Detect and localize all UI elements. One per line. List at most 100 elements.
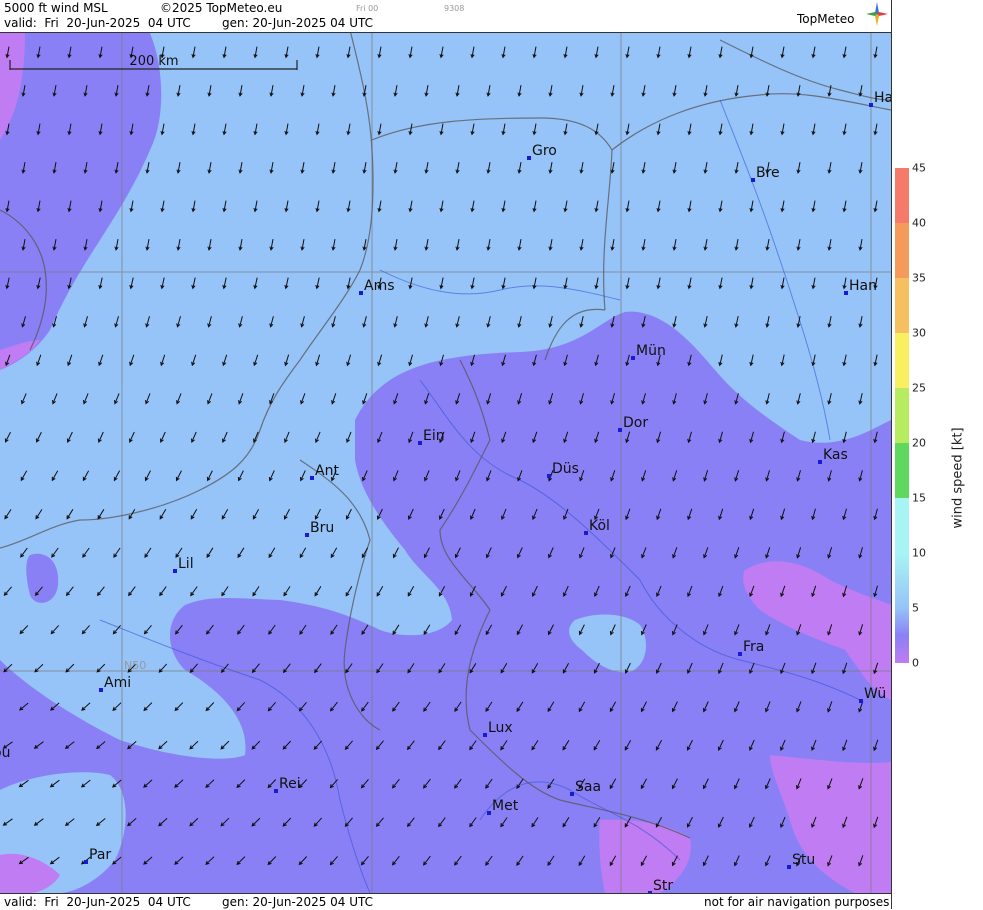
city-dot xyxy=(527,156,531,160)
city-marker: Stu xyxy=(787,852,815,869)
city-marker: ou xyxy=(0,745,10,761)
city-label: Ams xyxy=(364,278,395,294)
city-label: Par xyxy=(89,847,111,863)
city-marker: Bre xyxy=(751,165,780,182)
legend-tick: 15 xyxy=(912,491,926,505)
city-marker: Par xyxy=(84,847,111,864)
city-label: Stu xyxy=(792,852,815,868)
city-dot xyxy=(859,699,863,703)
city-dot xyxy=(274,789,278,793)
city-dot xyxy=(584,531,588,535)
city-dot xyxy=(310,476,314,480)
city-label: Mün xyxy=(636,343,666,359)
legend-tick: 20 xyxy=(912,436,926,450)
city-label: Düs xyxy=(552,461,579,477)
city-dot xyxy=(738,652,742,656)
scale-bar-label: 200 km xyxy=(129,54,178,69)
city-dot xyxy=(547,474,551,478)
colorbar xyxy=(895,168,909,663)
city-label: Kas xyxy=(823,447,848,463)
run-code: 9308 xyxy=(444,4,465,13)
legend-tick: 5 xyxy=(912,601,919,615)
footer-generated-time: gen: 20-Jun-2025 04 UTC xyxy=(222,895,374,909)
city-label: Köl xyxy=(589,518,610,534)
legend-tick: 40 xyxy=(912,216,926,230)
city-marker: Met xyxy=(487,798,519,815)
city-dot xyxy=(84,860,88,864)
footer-valid-time: valid: Fri 20-Jun-2025 04 UTC xyxy=(4,895,191,909)
city-marker: Saa xyxy=(570,779,601,796)
colorbar-band xyxy=(895,168,909,223)
legend-tick: 45 xyxy=(912,161,926,175)
city-marker: Lux xyxy=(483,720,513,737)
city-dot xyxy=(487,811,491,815)
city-marker: Bru xyxy=(305,520,334,537)
footer-bar: valid: Fri 20-Jun-2025 04 UTC gen: 20-Ju… xyxy=(0,893,891,910)
city-dot xyxy=(173,569,177,573)
city-dot xyxy=(618,428,622,432)
city-dot xyxy=(869,103,873,107)
city-dot xyxy=(818,460,822,464)
city-label: Fra xyxy=(743,639,764,655)
city-label: Dor xyxy=(623,415,648,431)
city-label: Saa xyxy=(575,779,601,795)
city-marker: Ant xyxy=(310,463,339,480)
colorbar-band xyxy=(895,443,909,498)
city-marker: Dor xyxy=(618,415,648,432)
city-dot xyxy=(305,533,309,537)
legend-title: wind speed [kt] xyxy=(950,427,966,529)
city-label: Wü xyxy=(864,686,886,702)
city-marker: Ami xyxy=(99,675,131,692)
city-label: Met xyxy=(492,798,519,814)
city-marker: Düs xyxy=(547,461,579,478)
colorbar-band xyxy=(895,278,909,333)
city-label: Ein xyxy=(423,428,445,444)
legend-tick: 25 xyxy=(912,381,926,395)
colorbar-band xyxy=(895,608,909,663)
city-label: Ant xyxy=(315,463,339,479)
legend-tick: 30 xyxy=(912,326,926,340)
city-label: Han xyxy=(849,278,877,294)
city-label: Bru xyxy=(310,520,334,536)
city-label: Rei xyxy=(279,776,301,792)
legend-tick: 35 xyxy=(912,271,926,285)
city-label: Lil xyxy=(178,556,194,572)
header-bar: 5000 ft wind MSL ©2025 TopMeteo.eu Fri 0… xyxy=(0,0,891,33)
city-dot xyxy=(418,441,422,445)
navigation-disclaimer: not for air navigation purposes xyxy=(704,895,890,909)
city-label: Ami xyxy=(104,675,131,691)
city-marker: Ams xyxy=(359,278,395,295)
colorbar-band xyxy=(895,388,909,443)
run-label: Fri 00 xyxy=(356,4,379,13)
colorbar-band xyxy=(895,553,909,608)
city-marker: Gro xyxy=(527,143,557,160)
city-label: ou xyxy=(0,745,10,761)
compass-logo-icon xyxy=(866,2,888,26)
wind-map[interactable]: 200 km N50 Ha Gro Bre Ams Han Mün Dor Ein Kas Ant… xyxy=(0,33,891,893)
city-marker: Wü xyxy=(859,686,886,703)
colorbar-band xyxy=(895,498,909,553)
city-dot xyxy=(570,792,574,796)
generated-time: gen: 20-Jun-2025 04 UTC xyxy=(222,16,374,30)
city-label: Lux xyxy=(488,720,513,736)
city-dot xyxy=(99,688,103,692)
city-dot xyxy=(844,291,848,295)
city-marker: Mün xyxy=(631,343,666,360)
city-label: Gro xyxy=(532,143,557,159)
product-title: 5000 ft wind MSL xyxy=(4,1,108,15)
city-dot xyxy=(483,733,487,737)
colorbar-band xyxy=(895,333,909,388)
valid-time: valid: Fri 20-Jun-2025 04 UTC xyxy=(4,16,191,30)
city-dot xyxy=(631,356,635,360)
legend-tick: 0 xyxy=(912,656,919,670)
colorbar-band xyxy=(895,223,909,278)
city-marker: Kas xyxy=(818,447,848,464)
city-marker: Han xyxy=(844,278,877,295)
city-dot xyxy=(787,865,791,869)
copyright-text: ©2025 TopMeteo.eu xyxy=(160,1,283,15)
city-label: Str xyxy=(653,878,673,893)
topmeteo-logo: TopMeteo xyxy=(797,12,855,26)
city-label: Ha xyxy=(874,90,891,106)
latitude-label: N50 xyxy=(124,659,146,672)
legend-panel: 45 40 35 30 25 20 15 10 5 0 xyxy=(891,0,983,909)
